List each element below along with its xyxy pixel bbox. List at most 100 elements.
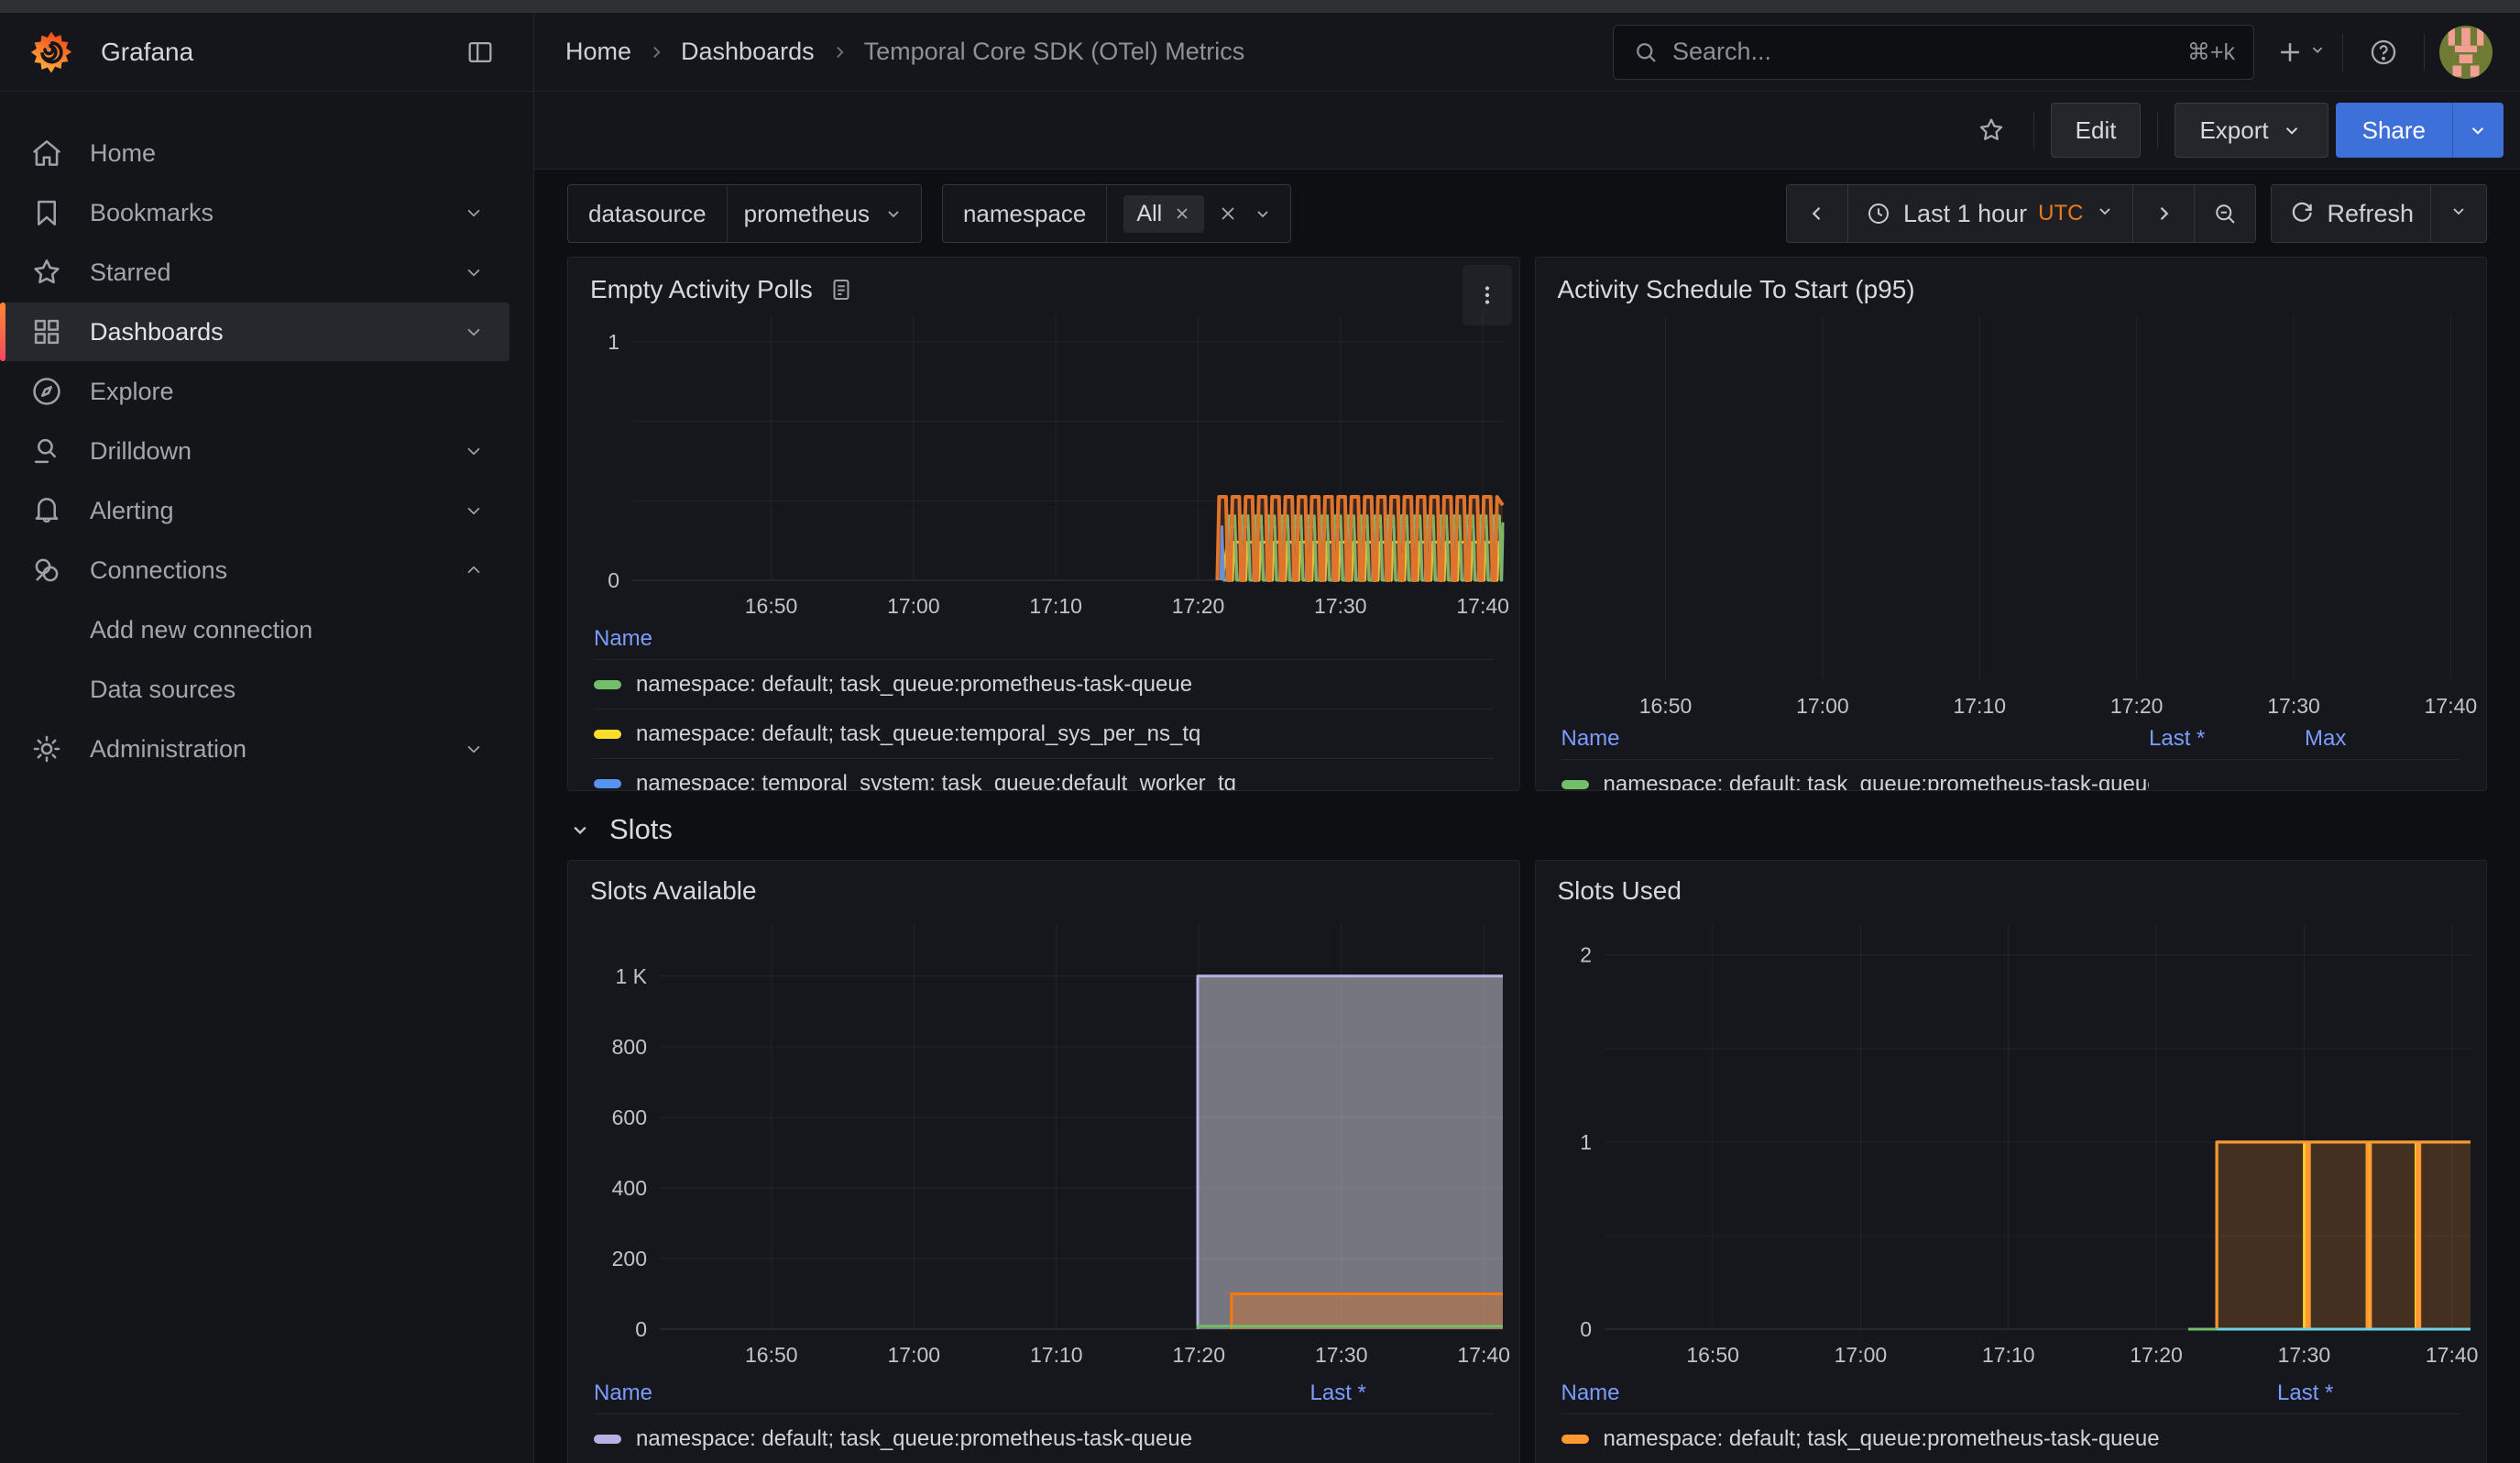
time-series-chart[interactable]: 01216:5017:0017:1017:2017:3017:40: [1536, 908, 2487, 1371]
legend-row[interactable]: namespace: default; task_queue:prometheu…: [594, 1414, 1494, 1463]
time-series-chart[interactable]: 16:5017:0017:1017:2017:3017:40: [1536, 309, 2487, 717]
filter-row: datasource prometheus namespace All: [567, 184, 2487, 243]
sidebar-item-connections[interactable]: Connections: [0, 541, 509, 600]
chevron-down-icon: [2094, 200, 2116, 222]
legend-row[interactable]: namespace: temporal_system; task_queue:d…: [594, 758, 1494, 791]
zoom-out-button[interactable]: [2194, 185, 2255, 242]
legend-column-name[interactable]: Name: [1561, 726, 2150, 752]
svg-text:16:50: 16:50: [1686, 1343, 1739, 1367]
share-button[interactable]: Share: [2336, 103, 2452, 158]
time-back-button[interactable]: [1787, 185, 1847, 242]
star-icon: [29, 255, 64, 290]
chevron-down-icon: [1252, 203, 1274, 225]
svg-text:17:30: 17:30: [2267, 694, 2320, 717]
sidebar-item-explore[interactable]: Explore: [0, 362, 509, 421]
svg-text:16:50: 16:50: [745, 594, 798, 617]
dashboard-content: datasource prometheus namespace All: [534, 170, 2520, 1463]
svg-text:17:10: 17:10: [1030, 1343, 1083, 1367]
breadcrumb-item[interactable]: Home: [565, 38, 631, 66]
chevron-down-icon: [2466, 118, 2490, 142]
svg-text:800: 800: [612, 1035, 647, 1059]
legend-column-name[interactable]: Name: [594, 1380, 1310, 1406]
sidebar-item-data-sources[interactable]: Data sources: [0, 660, 509, 719]
row-section-slots[interactable]: Slots: [567, 813, 2487, 846]
chevron-down-icon: [462, 499, 486, 522]
panel-slots-used: Slots Used 01216:5017:0017:1017:2017:301…: [1535, 860, 2488, 1463]
time-range-picker[interactable]: Last 1 hour UTC: [1847, 185, 2132, 242]
legend-column-last[interactable]: Last *: [2149, 726, 2305, 752]
refresh-button[interactable]: Refresh: [2272, 185, 2430, 242]
sidebar-item-alerting[interactable]: Alerting: [0, 481, 509, 540]
breadcrumb-item: Temporal Core SDK (OTel) Metrics: [864, 38, 1245, 66]
sidebar-item-administration[interactable]: Administration: [0, 720, 509, 778]
legend-column-name[interactable]: Name: [594, 626, 1494, 652]
sidebar-item-bookmarks[interactable]: Bookmarks: [0, 183, 509, 242]
avatar[interactable]: [2439, 26, 2493, 79]
share-menu-button[interactable]: [2452, 103, 2504, 158]
svg-text:0: 0: [1580, 1317, 1592, 1341]
chevron-left-icon: [1803, 200, 1831, 227]
legend-column-last[interactable]: Last *: [2277, 1380, 2460, 1406]
panel-slots-available: Slots Available 02004006008001 K16:5017:…: [567, 860, 1520, 1463]
help-button[interactable]: [2358, 27, 2409, 78]
sidebar-nav: HomeBookmarksStarredDashboardsExploreDri…: [0, 92, 534, 1463]
svg-text:16:50: 16:50: [745, 1343, 798, 1367]
sidebar-item-dashboards[interactable]: Dashboards: [0, 302, 509, 361]
svg-text:17:40: 17:40: [2424, 694, 2477, 717]
sidebar-item-home[interactable]: Home: [0, 124, 509, 182]
namespace-select[interactable]: All: [1107, 185, 1290, 242]
grafana-logo-icon[interactable]: [27, 28, 75, 76]
series-label: namespace: default; task_queue:prometheu…: [1604, 1426, 2160, 1452]
series-swatch: [1561, 1435, 1589, 1444]
edit-button[interactable]: Edit: [2051, 103, 2142, 158]
export-button[interactable]: Export: [2175, 103, 2328, 158]
search-box[interactable]: ⌘+k: [1613, 25, 2254, 80]
panel-title[interactable]: Slots Available: [590, 876, 757, 906]
panel-empty-activity-polls: Empty Activity Polls 0116:5017:0017:1017…: [567, 257, 1520, 791]
legend-row[interactable]: namespace: default; task_queue:prometheu…: [1561, 1414, 2461, 1463]
question-icon: [2368, 37, 2399, 68]
legend-row[interactable]: namespace: default; task_queue:prometheu…: [1561, 759, 2461, 791]
datasource-select[interactable]: prometheus: [728, 185, 921, 242]
svg-text:17:20: 17:20: [2109, 694, 2163, 717]
time-series-chart[interactable]: 0116:5017:0017:1017:2017:3017:40: [568, 309, 1519, 617]
time-series-chart[interactable]: 02004006008001 K16:5017:0017:1017:2017:3…: [568, 908, 1519, 1371]
series-label: namespace: default; task_queue:prometheu…: [636, 672, 1192, 698]
legend-column-last[interactable]: Last *: [1310, 1380, 1494, 1406]
svg-text:17:20: 17:20: [1172, 594, 1225, 617]
gear-icon: [29, 732, 64, 766]
svg-text:17:20: 17:20: [2130, 1343, 2183, 1367]
series-label: namespace: default; task_queue:prometheu…: [636, 1426, 1192, 1452]
breadcrumb-item[interactable]: Dashboards: [681, 38, 815, 66]
sidebar-item-add-new-connection[interactable]: Add new connection: [0, 600, 509, 659]
sidebar-item-drilldown[interactable]: Drilldown: [0, 422, 509, 480]
sidebar-toggle-button[interactable]: [455, 27, 506, 78]
apps-icon: [29, 314, 64, 349]
time-forward-button[interactable]: [2132, 185, 2194, 242]
svg-text:17:40: 17:40: [1457, 1343, 1510, 1367]
legend-column-name[interactable]: Name: [1561, 1380, 2278, 1406]
description-icon[interactable]: [827, 276, 855, 303]
datasource-label: datasource: [568, 185, 728, 242]
panel-title[interactable]: Empty Activity Polls: [590, 275, 813, 304]
sidebar-item-starred[interactable]: Starred: [0, 243, 509, 302]
star-dashboard-button[interactable]: [1966, 104, 2017, 156]
chevron-down-icon: [882, 203, 904, 225]
variable-datasource: datasource prometheus: [567, 184, 922, 243]
divider: [2033, 112, 2034, 148]
add-new-button[interactable]: [2274, 27, 2328, 78]
legend-row[interactable]: namespace: default; task_queue:temporal_…: [594, 709, 1494, 758]
search-input[interactable]: [1672, 38, 2175, 66]
namespace-chip[interactable]: All: [1123, 195, 1204, 233]
svg-text:1: 1: [608, 330, 619, 354]
bookmark-icon: [29, 195, 64, 230]
series-swatch: [1561, 780, 1589, 789]
panel-title[interactable]: Slots Used: [1558, 876, 1682, 906]
panel-title[interactable]: Activity Schedule To Start (p95): [1558, 275, 1915, 304]
refresh-interval-button[interactable]: [2430, 185, 2486, 242]
breadcrumb: Home Dashboards Temporal Core SDK (OTel) M…: [565, 38, 1244, 66]
svg-text:2: 2: [1580, 943, 1592, 967]
legend-column-max[interactable]: Max: [2305, 726, 2460, 752]
legend-row[interactable]: namespace: default; task_queue:prometheu…: [594, 659, 1494, 709]
brand-name: Grafana: [101, 38, 193, 67]
